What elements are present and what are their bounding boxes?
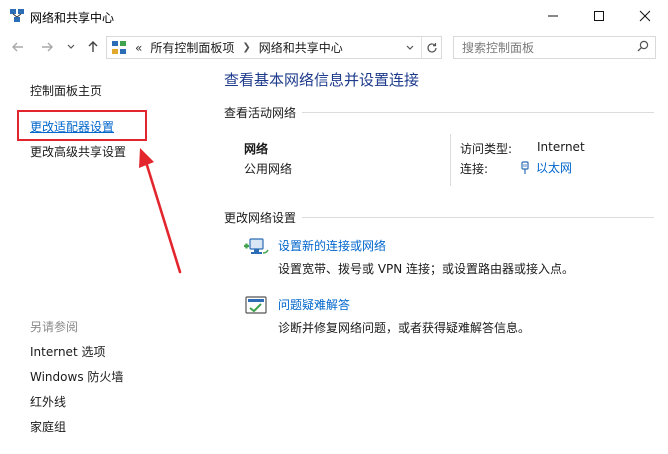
chevron-down-icon xyxy=(406,45,414,50)
arrow-right-icon xyxy=(42,42,53,52)
refresh-button[interactable] xyxy=(421,37,442,58)
breadcrumb-overflow[interactable]: « xyxy=(135,41,142,55)
minimize-icon xyxy=(548,15,558,17)
chevron-down-icon xyxy=(67,44,75,49)
close-icon xyxy=(639,10,651,22)
address-dropdown-button[interactable] xyxy=(405,42,415,56)
address-bar[interactable]: « 所有控制面板项 ❯ 网络和共享中心 xyxy=(106,36,442,59)
breadcrumb-network-center[interactable]: 网络和共享中心 xyxy=(259,39,343,56)
active-network-heading: 查看活动网络 xyxy=(224,104,303,121)
infrared-link[interactable]: 红外线 xyxy=(30,393,66,410)
change-advanced-sharing-link[interactable]: 更改高级共享设置 xyxy=(30,143,126,160)
forward-button[interactable] xyxy=(38,38,56,56)
troubleshoot-desc: 诊断并修复网络问题，或者获得疑难解答信息。 xyxy=(278,321,531,335)
close-button[interactable] xyxy=(622,0,668,32)
breadcrumb-separator-icon[interactable]: ❯ xyxy=(242,42,250,53)
network-type: 公用网络 xyxy=(244,162,293,176)
main-pane: 查看基本网络信息并设置连接 查看活动网络 网络 公用网络 访问类型: Inter… xyxy=(210,62,668,454)
maximize-button[interactable] xyxy=(576,0,622,32)
connection-label: 连接: xyxy=(460,162,489,176)
title-bar: 网络和共享中心 xyxy=(0,0,668,32)
change-settings-heading: 更改网络设置 xyxy=(224,209,303,226)
new-connection-icon xyxy=(244,238,269,254)
arrow-left-icon xyxy=(12,42,23,52)
setup-connection-link[interactable]: 设置新的连接或网络 xyxy=(278,237,386,254)
ethernet-connection-link[interactable]: 以太网 xyxy=(520,159,572,176)
network-center-icon xyxy=(10,9,24,22)
control-panel-icon xyxy=(112,40,126,54)
arrow-up-icon xyxy=(88,41,98,52)
minimize-button[interactable] xyxy=(530,0,576,32)
setup-connection-desc: 设置宽带、拨号或 VPN 连接；或设置路由器或接入点。 xyxy=(278,262,575,276)
search-input[interactable] xyxy=(454,37,624,58)
maximize-icon xyxy=(594,11,604,21)
up-button[interactable] xyxy=(84,38,102,56)
back-button[interactable] xyxy=(9,38,27,56)
troubleshoot-icon xyxy=(245,296,267,314)
windows-firewall-link[interactable]: Windows 防火墙 xyxy=(30,368,123,385)
navigation-bar: « 所有控制面板项 ❯ 网络和共享中心 xyxy=(0,32,668,62)
recent-locations-button[interactable] xyxy=(64,38,78,56)
troubleshoot-link[interactable]: 问题疑难解答 xyxy=(278,296,350,313)
ethernet-icon xyxy=(521,160,529,174)
page-title: 查看基本网络信息并设置连接 xyxy=(224,71,420,89)
network-info-divider xyxy=(450,134,451,186)
internet-options-link[interactable]: Internet 选项 xyxy=(30,343,105,360)
see-also-heading: 另请参阅 xyxy=(30,320,79,334)
access-type-value: Internet xyxy=(537,140,585,154)
ethernet-link-text[interactable]: 以太网 xyxy=(536,159,572,176)
control-panel-home-link[interactable]: 控制面板主页 xyxy=(30,82,102,99)
refresh-icon xyxy=(427,42,437,53)
homegroup-link[interactable]: 家庭组 xyxy=(30,418,66,435)
access-type-label: 访问类型: xyxy=(460,142,513,156)
breadcrumb-all-items[interactable]: 所有控制面板项 xyxy=(150,39,234,56)
search-icon[interactable] xyxy=(637,40,649,55)
network-name: 网络 xyxy=(244,142,269,156)
window-title: 网络和共享中心 xyxy=(30,11,115,25)
search-box[interactable] xyxy=(453,36,656,59)
annotation-highlight-box xyxy=(17,110,147,141)
